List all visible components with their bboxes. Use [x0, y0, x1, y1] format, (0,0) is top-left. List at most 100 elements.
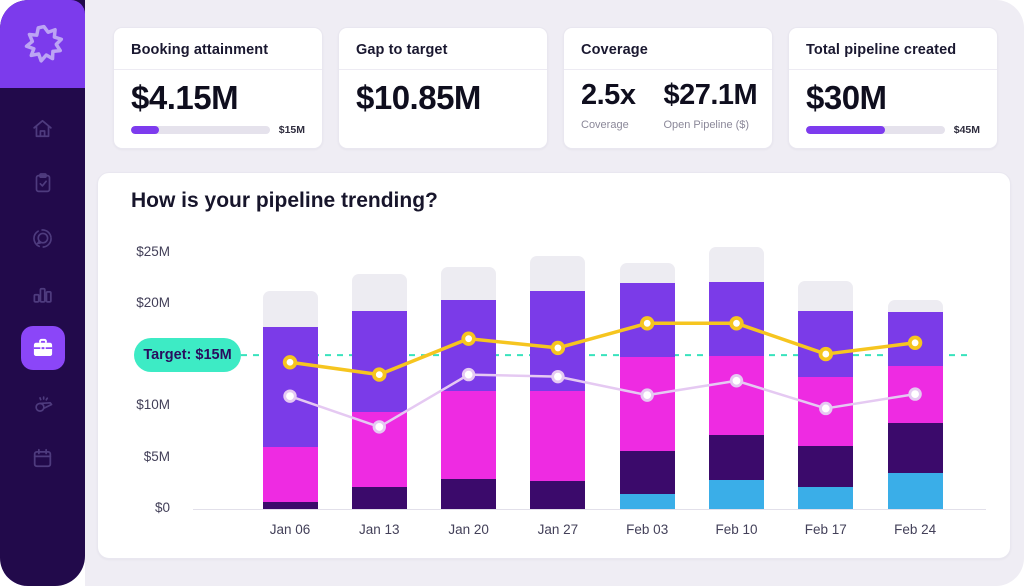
bar-segment-stage-dark-purple[interactable]	[263, 502, 318, 509]
kpi-card-gap-to-target: Gap to target $10.85M	[338, 27, 548, 149]
data-point-trend-yellow[interactable]	[731, 318, 742, 329]
progress-bar	[806, 126, 945, 134]
data-point-trend-lavender[interactable]	[821, 403, 832, 414]
pipeline-trend-chart-card: How is your pipeline trending? $25M$20M$…	[97, 172, 1011, 559]
app-window: Booking attainment $4.15M $15M Gap to ta…	[0, 0, 1024, 586]
x-axis-label: Jan 20	[425, 522, 513, 537]
bar-segment-stage-dark-purple[interactable]	[888, 423, 943, 473]
bar-segment-stage-gray-remaining[interactable]	[352, 274, 407, 311]
kpi-card-coverage: Coverage 2.5x Coverage $27.1M Open Pipel…	[563, 27, 773, 149]
bar-segment-stage-blue[interactable]	[798, 487, 853, 509]
sidebar-item-coaching[interactable]	[21, 381, 65, 425]
progress-bar	[131, 126, 270, 134]
bar-segment-stage-dark-purple[interactable]	[352, 487, 407, 509]
bar-segment-stage-magenta[interactable]	[709, 356, 764, 435]
calendar-icon	[30, 446, 55, 471]
data-point-trend-yellow[interactable]	[642, 318, 653, 329]
y-axis-tick: $5M	[108, 449, 170, 464]
x-axis-label: Feb 17	[782, 522, 870, 537]
sidebar-nav	[0, 88, 85, 480]
metric-value: $27.1M	[663, 79, 757, 112]
y-axis-tick: $0	[108, 500, 170, 515]
data-point-trend-yellow[interactable]	[463, 333, 474, 344]
data-point-trend-yellow[interactable]	[285, 357, 296, 368]
kpi-value: $10.85M	[356, 79, 530, 117]
clipboard-check-icon	[31, 171, 55, 195]
bar-segment-stage-magenta[interactable]	[620, 357, 675, 450]
sidebar-item-tasks[interactable]	[21, 161, 65, 205]
sidebar-item-home[interactable]	[21, 106, 65, 150]
chat-bubble-icon	[30, 226, 55, 251]
sidebar-item-pipeline[interactable]	[21, 326, 65, 370]
progress-max-label: $45M	[954, 124, 980, 136]
kpi-value: $4.15M	[131, 79, 305, 117]
bar-segment-stage-gray-remaining[interactable]	[263, 291, 318, 327]
x-axis-label: Feb 10	[693, 522, 781, 537]
sidebar-item-conversations[interactable]	[21, 216, 65, 260]
data-point-trend-lavender[interactable]	[731, 375, 742, 386]
data-point-trend-lavender[interactable]	[553, 371, 564, 382]
whistle-icon	[30, 391, 55, 416]
data-point-trend-lavender[interactable]	[463, 369, 474, 380]
data-point-trend-yellow[interactable]	[821, 349, 832, 360]
app-logo[interactable]	[0, 0, 85, 88]
bar-segment-stage-gray-remaining[interactable]	[888, 300, 943, 312]
x-axis-label: Feb 24	[871, 522, 959, 537]
bar-segment-stage-dark-purple[interactable]	[530, 481, 585, 509]
progress-fill	[131, 126, 159, 134]
bar-segment-stage-blue[interactable]	[620, 494, 675, 509]
metric-open-pipeline: $27.1M Open Pipeline ($)	[663, 79, 757, 131]
bar-segment-stage-blue[interactable]	[709, 480, 764, 509]
metric-label: Open Pipeline ($)	[663, 119, 757, 131]
bar-segment-stage-purple[interactable]	[798, 311, 853, 377]
sidebar-item-analytics[interactable]	[21, 271, 65, 315]
data-point-trend-yellow[interactable]	[553, 343, 564, 354]
bar-segment-stage-dark-purple[interactable]	[798, 446, 853, 487]
bar-segment-stage-dark-purple[interactable]	[620, 451, 675, 494]
y-axis-tick: $25M	[108, 244, 170, 259]
bar-segment-stage-blue[interactable]	[888, 473, 943, 509]
bar-segment-stage-magenta[interactable]	[441, 391, 496, 479]
metric-label: Coverage	[581, 119, 635, 131]
x-axis-label: Jan 27	[514, 522, 602, 537]
card-title: Booking attainment	[131, 42, 268, 58]
home-icon	[30, 116, 55, 141]
briefcase-icon	[30, 335, 56, 361]
bar-segment-stage-purple[interactable]	[352, 311, 407, 412]
bar-segment-stage-gray-remaining[interactable]	[441, 267, 496, 300]
data-point-trend-yellow[interactable]	[374, 369, 385, 380]
card-title: Gap to target	[356, 42, 448, 58]
data-point-trend-lavender[interactable]	[374, 422, 385, 433]
kpi-card-booking-attainment: Booking attainment $4.15M $15M	[113, 27, 323, 149]
bar-segment-stage-magenta[interactable]	[263, 447, 318, 501]
bar-segment-stage-gray-remaining[interactable]	[798, 281, 853, 311]
data-point-trend-lavender[interactable]	[910, 389, 921, 400]
kpi-value: $30M	[806, 79, 980, 117]
metric-value: 2.5x	[581, 79, 635, 112]
y-axis-tick: $10M	[108, 397, 170, 412]
pipeline-trend-chart: $25M $20M $10M $5M $0 Target: $15M Jan 06Jan 1…	[98, 173, 1010, 558]
bar-segment-stage-gray-remaining[interactable]	[620, 263, 675, 284]
data-point-trend-lavender[interactable]	[285, 391, 296, 402]
bar-segment-stage-magenta[interactable]	[530, 391, 585, 481]
bar-chart-icon	[30, 281, 55, 306]
progress-max-label: $15M	[279, 124, 305, 136]
card-title: Coverage	[581, 42, 648, 58]
logo-starburst-icon	[21, 22, 65, 66]
bar-segment-stage-purple[interactable]	[263, 327, 318, 447]
progress-fill	[806, 126, 885, 134]
y-axis-tick: $20M	[108, 295, 170, 310]
x-axis-label: Jan 13	[335, 522, 423, 537]
metric-coverage-ratio: 2.5x Coverage	[581, 79, 635, 131]
data-point-trend-yellow[interactable]	[910, 337, 921, 348]
bar-segment-stage-gray-remaining[interactable]	[709, 247, 764, 282]
data-point-trend-lavender[interactable]	[642, 390, 653, 401]
main-content: Booking attainment $4.15M $15M Gap to ta…	[85, 0, 1024, 586]
target-label-pill: Target: $15M	[134, 338, 241, 372]
x-axis-label: Jan 06	[246, 522, 334, 537]
bar-segment-stage-dark-purple[interactable]	[441, 479, 496, 509]
sidebar-item-calendar[interactable]	[21, 436, 65, 480]
bar-segment-stage-gray-remaining[interactable]	[530, 256, 585, 292]
x-axis-label: Feb 03	[603, 522, 691, 537]
bar-segment-stage-dark-purple[interactable]	[709, 435, 764, 480]
